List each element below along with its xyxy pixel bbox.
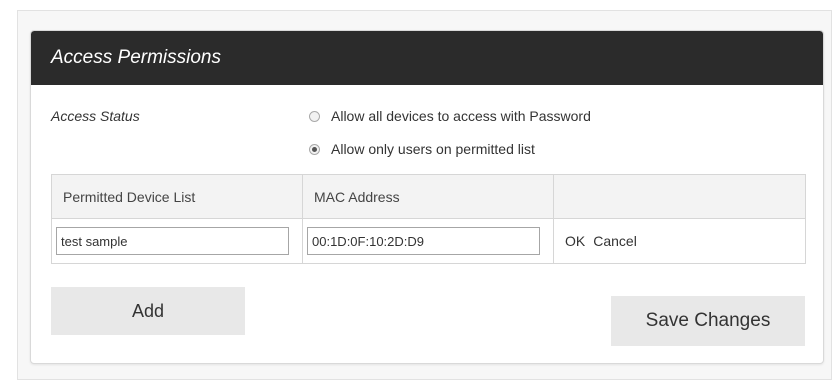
radio-allow-permitted-list[interactable]: Allow only users on permitted list (309, 140, 535, 158)
table-row: OK Cancel (51, 218, 806, 264)
access-status-label: Access Status (51, 108, 140, 124)
ok-link[interactable]: OK (565, 233, 585, 249)
panel-title: Access Permissions (51, 47, 221, 68)
radio-label: Allow all devices to access with Passwor… (331, 108, 591, 124)
row-actions-cell: OK Cancel (553, 218, 806, 264)
radio-allow-all-password[interactable]: Allow all devices to access with Passwor… (309, 107, 591, 125)
device-name-input[interactable] (56, 227, 289, 255)
access-permissions-panel: Access Permissions Access Status Allow a… (30, 30, 824, 364)
radio-button-checked-icon[interactable] (309, 143, 320, 155)
radio-button-unchecked-icon[interactable] (309, 110, 320, 122)
save-changes-button[interactable]: Save Changes (611, 296, 805, 346)
permitted-device-table: Permitted Device List MAC Address OK Canc… (51, 174, 806, 264)
add-button[interactable]: Add (51, 287, 245, 335)
device-name-cell (51, 218, 303, 264)
cancel-link[interactable]: Cancel (593, 233, 637, 249)
column-header-device-list: Permitted Device List (51, 174, 303, 219)
mac-address-cell (302, 218, 554, 264)
mac-address-input[interactable] (307, 227, 540, 255)
radio-label: Allow only users on permitted list (331, 141, 535, 157)
panel-header: Access Permissions (31, 31, 823, 85)
table-header-row: Permitted Device List MAC Address (51, 174, 806, 219)
column-header-mac-address: MAC Address (302, 174, 554, 219)
column-header-actions (553, 174, 806, 219)
